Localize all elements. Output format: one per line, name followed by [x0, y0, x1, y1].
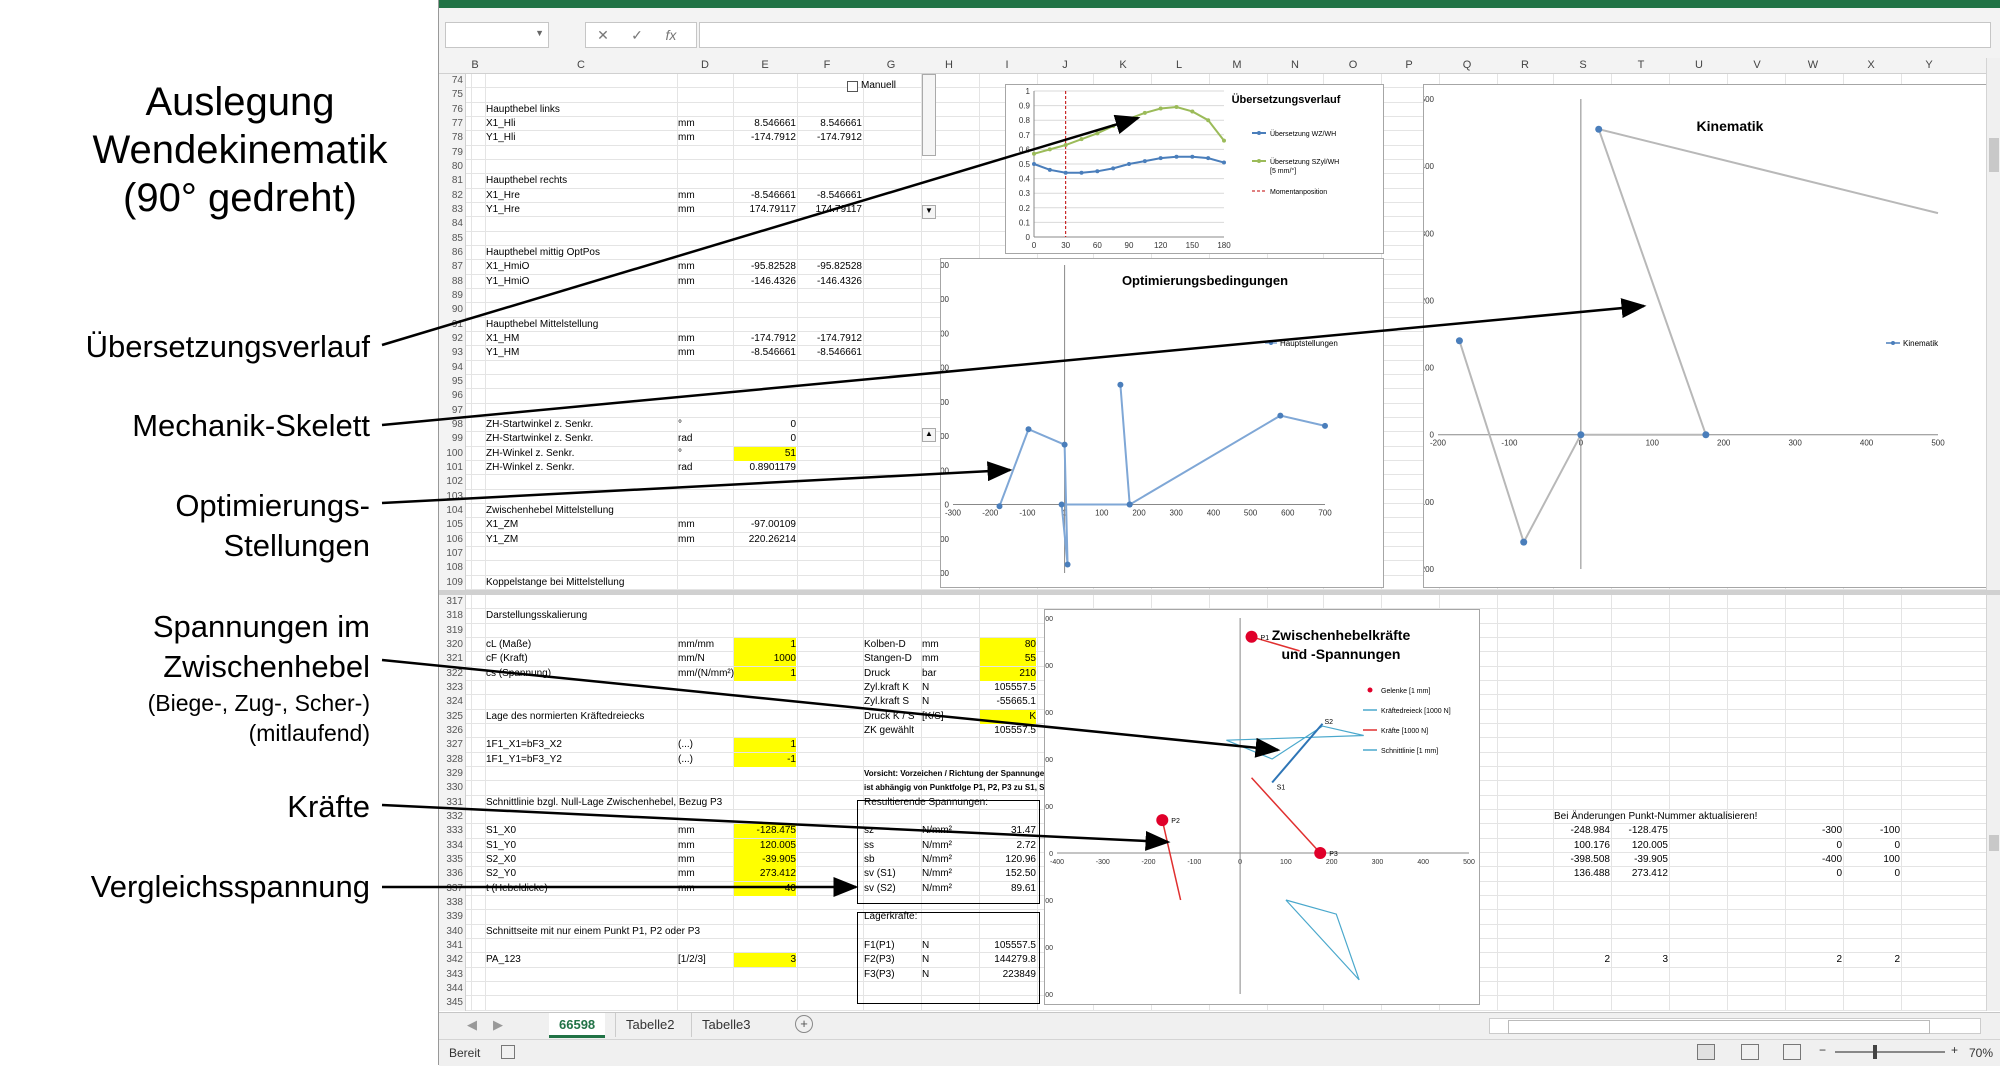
arrow-optimierung	[381, 461, 1013, 505]
annotation-arrows	[381, 114, 1647, 897]
arrow-mechanik	[381, 298, 1647, 427]
arrow-uebersetzung	[381, 114, 1141, 347]
arrow-spannungen	[381, 658, 1281, 758]
arrow-kraefte	[381, 803, 1171, 851]
